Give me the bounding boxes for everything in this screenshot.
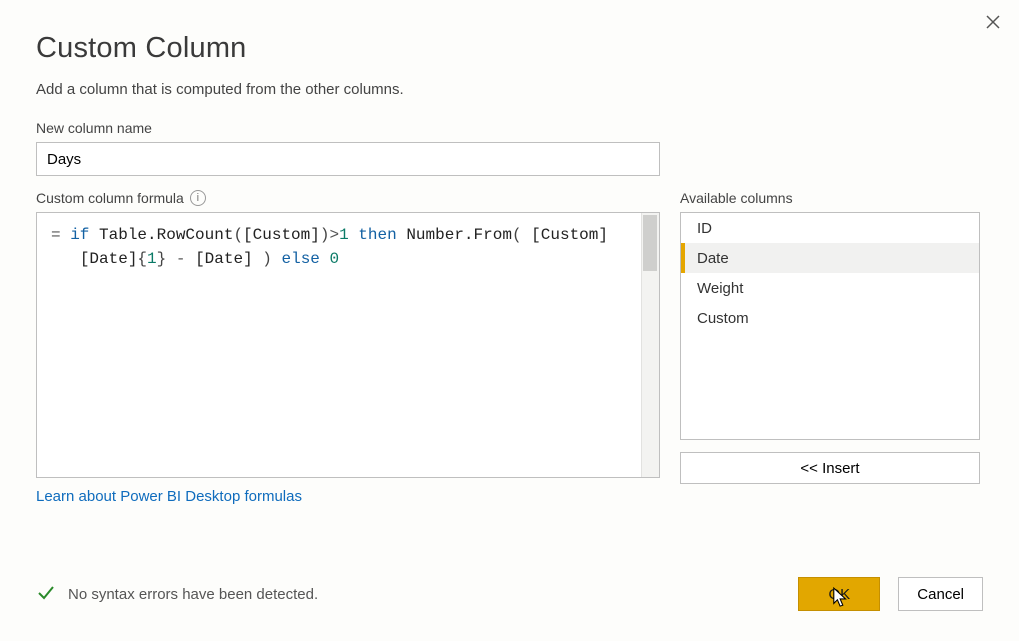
learn-formulas-link[interactable]: Learn about Power BI Desktop formulas [36, 488, 302, 505]
dialog-subtitle: Add a column that is computed from the o… [36, 81, 983, 98]
cancel-button[interactable]: Cancel [898, 577, 983, 611]
column-item-custom[interactable]: Custom [681, 303, 979, 333]
formula-editor[interactable]: = if Table.RowCount([Custom])>1 then Num… [36, 212, 660, 478]
dialog-buttons: OK Cancel [798, 577, 983, 611]
scroll-thumb[interactable] [643, 215, 657, 271]
dialog-title: Custom Column [36, 32, 983, 65]
formula-label-text: Custom column formula [36, 190, 184, 206]
info-icon[interactable]: i [190, 190, 206, 206]
new-column-name-input[interactable] [36, 142, 660, 176]
formula-label: Custom column formula i [36, 190, 660, 206]
available-columns-list: ID Date Weight Custom [680, 212, 980, 440]
ok-button[interactable]: OK [798, 577, 880, 611]
column-item-weight[interactable]: Weight [681, 273, 979, 303]
formula-text: = if Table.RowCount([Custom])>1 then Num… [37, 213, 659, 281]
status-row: No syntax errors have been detected. [36, 582, 318, 606]
insert-button[interactable]: << Insert [680, 452, 980, 484]
close-button[interactable] [981, 10, 1005, 34]
check-icon [36, 582, 56, 606]
available-columns-label: Available columns [680, 190, 980, 206]
custom-column-dialog: Custom Column Add a column that is compu… [0, 0, 1019, 641]
close-icon [985, 14, 1001, 30]
column-item-id[interactable]: ID [681, 213, 979, 243]
new-column-name-label: New column name [36, 120, 983, 136]
status-text: No syntax errors have been detected. [68, 586, 318, 603]
formula-scrollbar[interactable] [641, 213, 659, 477]
column-item-date[interactable]: Date [681, 243, 979, 273]
